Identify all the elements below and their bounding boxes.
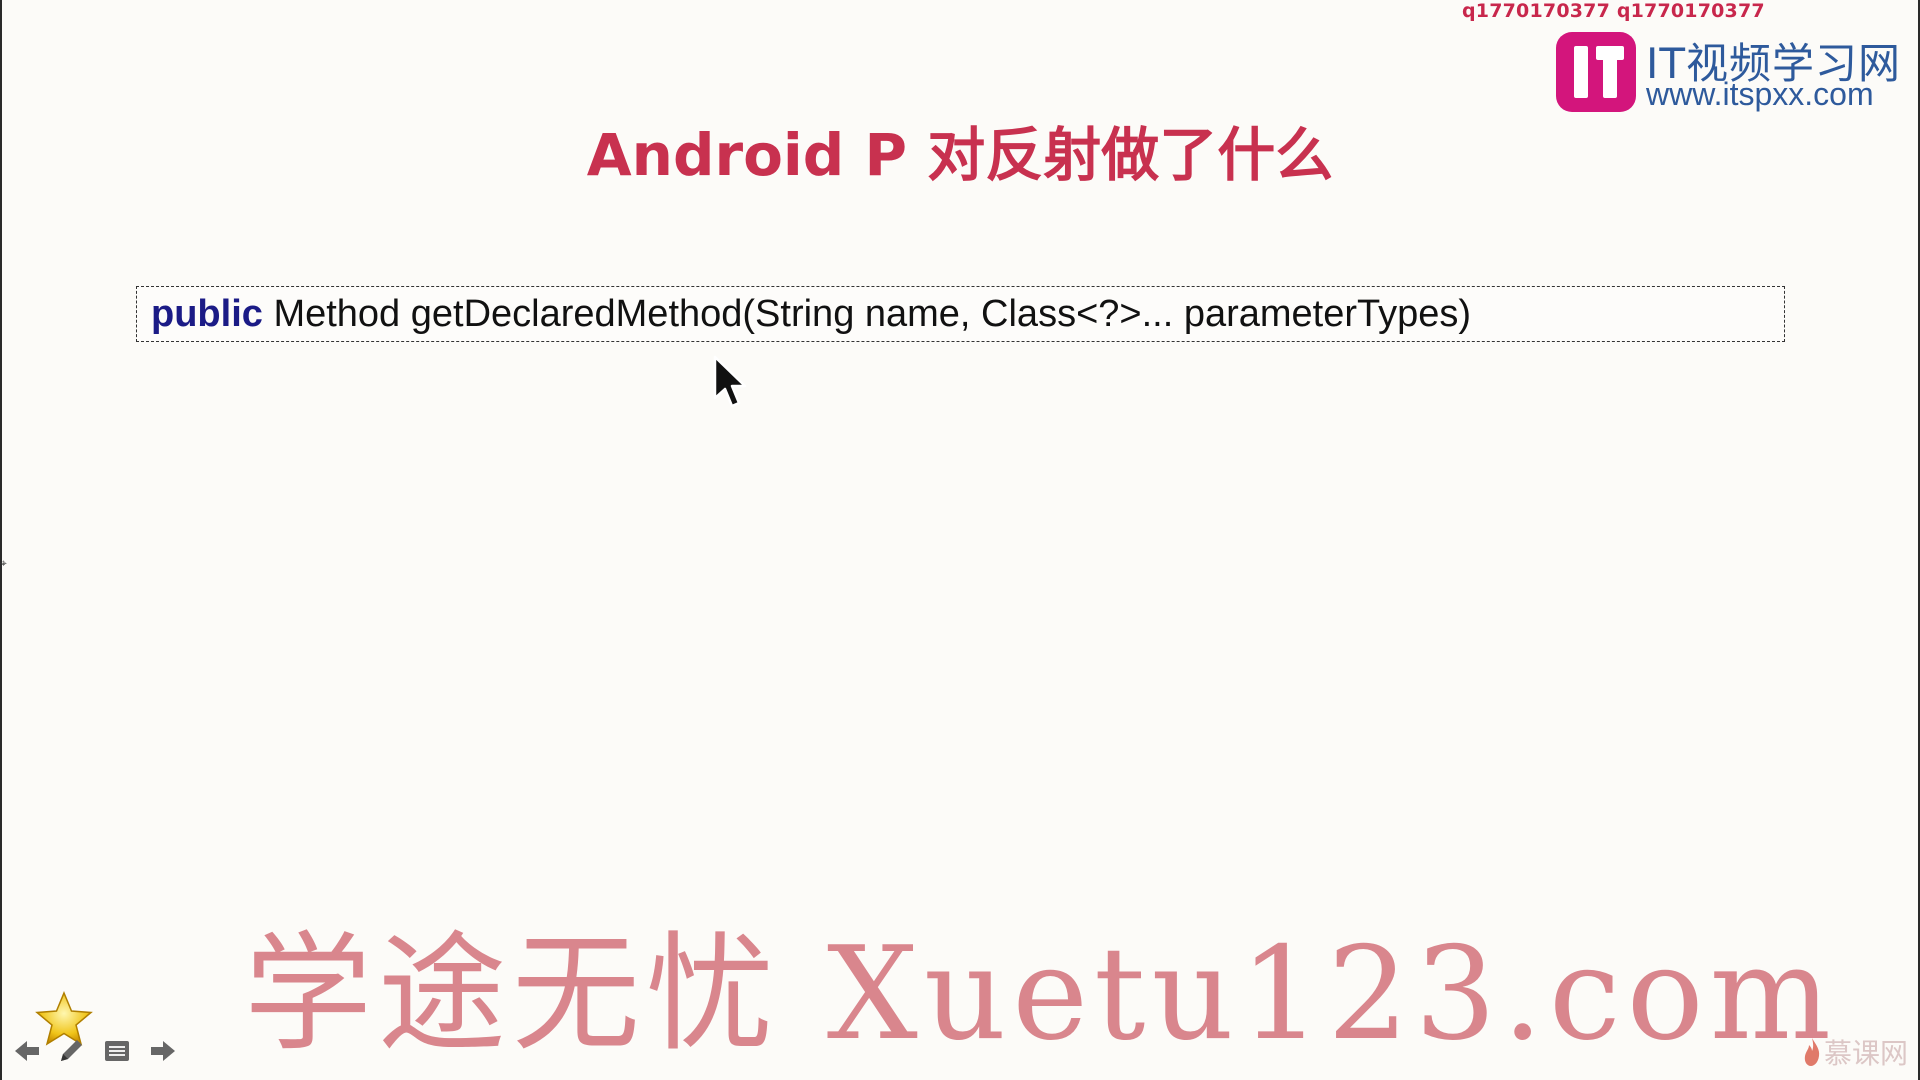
slide-title: Android P 对反射做了什么: [586, 121, 1334, 189]
pen-icon: [61, 1040, 82, 1061]
pen-tool-button[interactable]: [54, 1034, 88, 1068]
next-slide-button[interactable]: [146, 1034, 180, 1068]
logo-mark-icon: [1556, 32, 1636, 112]
code-box: public Method getDeclaredMethod(String n…: [136, 286, 1785, 342]
forward-arrow-icon: [151, 1041, 175, 1061]
previous-slide-button[interactable]: [10, 1034, 44, 1068]
menu-icon: [105, 1041, 129, 1061]
code-line: public Method getDeclaredMethod(String n…: [151, 293, 1471, 336]
code-signature: Method getDeclaredMethod(String name, Cl…: [262, 293, 1472, 335]
top-watermark: q1770170377 q1770170377: [1462, 0, 1765, 22]
bottom-watermark: 学途无忧 Xuetu123.com: [244, 920, 1837, 1069]
mooc-brand-text: 慕课网: [1823, 1037, 1908, 1070]
mouse-cursor-icon: [713, 355, 747, 408]
resize-handle-icon[interactable]: ⌖: [0, 556, 7, 571]
back-arrow-icon: [15, 1041, 39, 1061]
code-keyword: public: [151, 293, 263, 335]
slide-menu-button[interactable]: [100, 1034, 134, 1068]
flame-icon: [1804, 1038, 1820, 1066]
mooc-brand: 慕课网: [1802, 1032, 1908, 1072]
slide-controls: [10, 990, 190, 1070]
site-logo: IT视频学习网 www.itspxx.com: [1556, 30, 1912, 114]
